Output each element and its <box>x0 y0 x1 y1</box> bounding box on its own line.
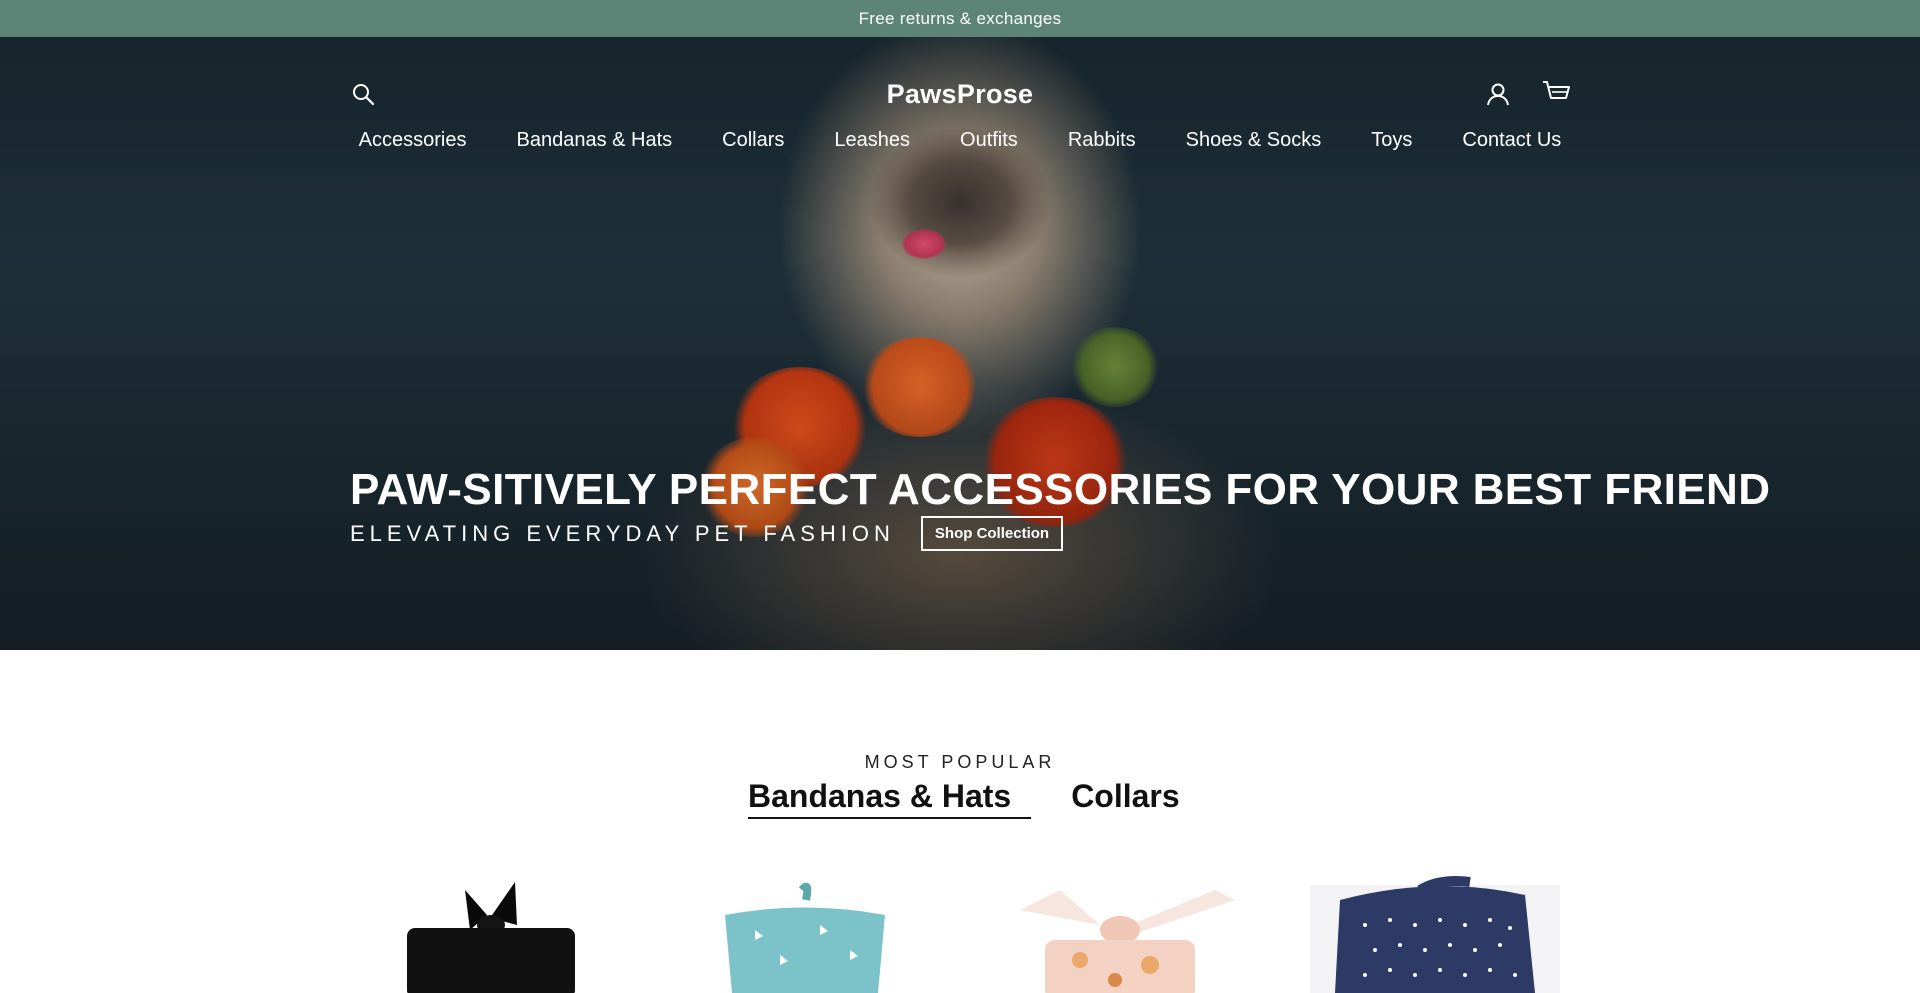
hero-subtitle-row: ELEVATING EVERYDAY PET FASHION Shop Coll… <box>350 516 1064 551</box>
floral-bow-bandana-image <box>1020 890 1235 993</box>
product-card[interactable] <box>680 870 930 993</box>
nav-item-contact-us[interactable]: Contact Us <box>1437 129 1586 152</box>
main-navigation: Accessories Bandanas & Hats Collars Leas… <box>0 129 1920 152</box>
site-logo[interactable]: PawsProse <box>0 79 1920 110</box>
navy-star-bandana-image <box>1310 876 1560 993</box>
site-header: PawsProse Accessories Bandanas & Hats Co… <box>0 37 1920 187</box>
cart-icon[interactable] <box>1540 77 1572 109</box>
popular-tabs: Bandanas & Hats Collars <box>748 778 1180 819</box>
product-grid <box>0 870 1920 993</box>
black-bow-headband-image <box>407 882 575 993</box>
product-card[interactable] <box>1310 870 1560 993</box>
most-popular-kicker: MOST POPULAR <box>864 752 1056 772</box>
tab-collars[interactable]: Collars <box>1071 778 1179 819</box>
nav-item-outfits[interactable]: Outfits <box>935 129 1043 152</box>
hero-subtitle: ELEVATING EVERYDAY PET FASHION <box>350 520 895 546</box>
announcement-bar: Free returns & exchanges <box>0 0 1920 37</box>
nav-item-bandanas-hats[interactable]: Bandanas & Hats <box>491 129 697 152</box>
tab-bandanas-hats[interactable]: Bandanas & Hats <box>748 778 1032 819</box>
hero-title: PAW-SITIVELY PERFECT ACCESSORIES FOR YOU… <box>350 465 1771 514</box>
nav-item-accessories[interactable]: Accessories <box>334 129 492 152</box>
nav-item-shoes-socks[interactable]: Shoes & Socks <box>1161 129 1347 152</box>
shop-collection-button[interactable]: Shop Collection <box>920 516 1064 551</box>
teal-bandana-image <box>725 882 885 993</box>
product-card[interactable] <box>365 870 615 993</box>
product-card[interactable] <box>1000 870 1250 993</box>
announcement-text: Free returns & exchanges <box>858 8 1062 28</box>
nav-item-leashes[interactable]: Leashes <box>809 129 935 152</box>
account-icon[interactable] <box>1482 78 1514 110</box>
nav-item-toys[interactable]: Toys <box>1346 129 1437 152</box>
nav-item-rabbits[interactable]: Rabbits <box>1043 129 1161 152</box>
nav-item-collars[interactable]: Collars <box>697 129 809 152</box>
